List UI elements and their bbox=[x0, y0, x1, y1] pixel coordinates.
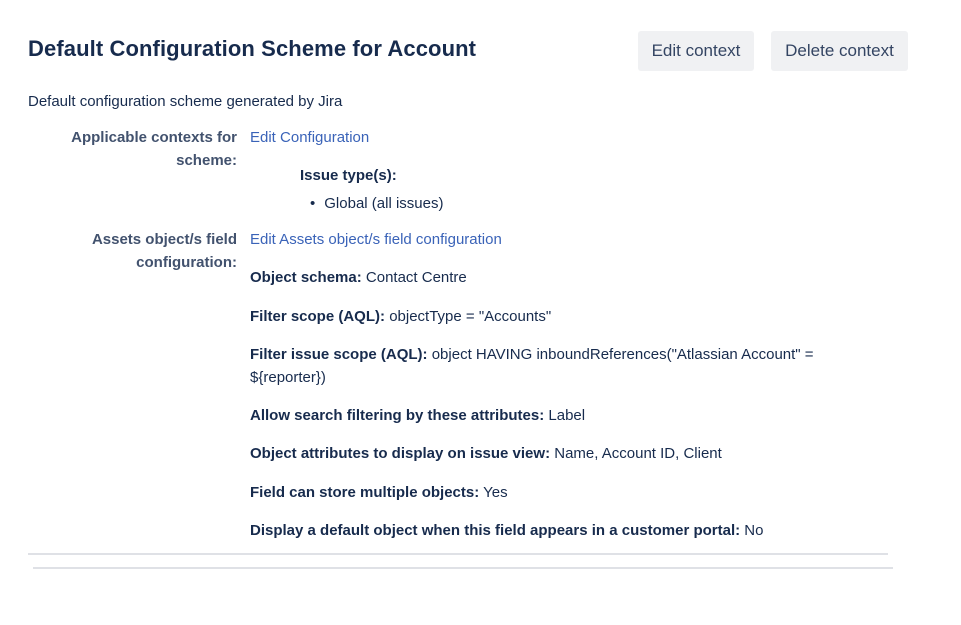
assets-config-label: Assets object/s field configuration: bbox=[91, 231, 237, 271]
section-divider bbox=[33, 567, 893, 569]
issue-type-item: Global (all issues) bbox=[310, 194, 443, 214]
display-attributes-field: Object attributes to display on issue vi… bbox=[250, 442, 860, 465]
applicable-contexts-label: Applicable contexts for scheme: bbox=[71, 129, 237, 169]
issue-types-list: Global (all issues) bbox=[310, 194, 443, 214]
field-value: Yes bbox=[483, 484, 508, 501]
field-key: Object attributes to display on issue vi… bbox=[250, 445, 551, 462]
edit-configuration-link[interactable]: Edit Configuration bbox=[250, 126, 369, 149]
field-key: Field can store multiple objects: bbox=[250, 484, 480, 501]
filter-issue-scope-field: Filter issue scope (AQL): object HAVING … bbox=[250, 343, 860, 389]
field-value: Name, Account ID, Client bbox=[554, 445, 722, 462]
scheme-description: Default configuration scheme generated b… bbox=[28, 93, 343, 110]
issue-types-heading: Issue type(s): bbox=[300, 167, 397, 184]
delete-context-button[interactable]: Delete context bbox=[771, 31, 908, 71]
object-schema-field: Object schema: Contact Centre bbox=[250, 266, 860, 289]
edit-assets-config-link[interactable]: Edit Assets object/s field configuration bbox=[250, 228, 502, 251]
field-key: Allow search filtering by these attribut… bbox=[250, 407, 545, 424]
multiple-objects-field: Field can store multiple objects: Yes bbox=[250, 481, 860, 504]
field-key: Object schema: bbox=[250, 269, 362, 286]
section-divider bbox=[28, 553, 888, 555]
search-filtering-field: Allow search filtering by these attribut… bbox=[250, 404, 860, 427]
field-value: No bbox=[744, 522, 764, 539]
edit-context-button[interactable]: Edit context bbox=[638, 31, 754, 71]
field-value: Label bbox=[548, 407, 586, 424]
field-key: Filter issue scope (AQL): bbox=[250, 346, 428, 363]
field-key: Filter scope (AQL): bbox=[250, 308, 386, 325]
field-value: objectType = "Accounts" bbox=[389, 308, 552, 325]
default-object-field: Display a default object when this field… bbox=[250, 519, 860, 542]
filter-scope-field: Filter scope (AQL): objectType = "Accoun… bbox=[250, 305, 860, 328]
field-value: Contact Centre bbox=[365, 269, 467, 286]
page-title: Default Configuration Scheme for Account bbox=[28, 36, 477, 61]
field-key: Display a default object when this field… bbox=[250, 522, 741, 539]
